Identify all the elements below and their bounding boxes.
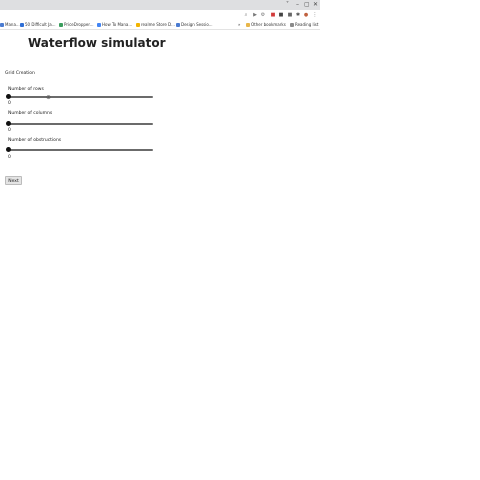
slider-thumb[interactable]: [5, 147, 11, 152]
section-label: Grid Creation: [5, 71, 35, 76]
bookmark-favicon-icon: [20, 23, 24, 27]
bookmarks-bar: Mana... 50 Difficult Ja... PriceDropper.…: [0, 21, 320, 30]
bookmark-item[interactable]: Design Sessio...: [176, 21, 213, 29]
columns-value: 0: [8, 128, 11, 133]
bookmark-item[interactable]: Mana...: [0, 21, 20, 29]
bookmark-item[interactable]: realme Store D...: [136, 21, 175, 29]
minimize-button[interactable]: –: [296, 1, 299, 9]
bookmark-item[interactable]: 50 Difficult Ja...: [20, 21, 56, 29]
play-icon[interactable]: ▶: [252, 12, 258, 18]
columns-label: Number of columns: [8, 111, 53, 116]
rows-label: Number of rows: [8, 87, 44, 92]
slider-track: [8, 123, 153, 125]
columns-slider[interactable]: [5, 121, 153, 127]
page-title: Waterflow simulator: [28, 36, 166, 50]
maximize-button[interactable]: ▢: [304, 1, 310, 9]
other-bookmarks-folder[interactable]: Other bookmarks: [246, 21, 286, 29]
puzzle-icon[interactable]: ✱: [295, 12, 301, 18]
rows-value: 0: [8, 101, 11, 106]
slider-thumb[interactable]: [5, 121, 11, 126]
folder-icon: [246, 23, 250, 27]
browser-title-bar: ˅ – ▢ ✕: [0, 0, 320, 10]
slider-track: [8, 96, 153, 98]
obstructions-value: 0: [8, 155, 11, 160]
bookmark-item[interactable]: PriceDropper...: [59, 21, 93, 29]
bookmark-favicon-icon: [0, 23, 4, 27]
profile-avatar-icon[interactable]: ●: [303, 12, 309, 18]
next-button[interactable]: Next: [5, 176, 22, 185]
extension-dark-icon[interactable]: ■: [278, 12, 284, 18]
tab-search-button[interactable]: ˅: [286, 1, 289, 9]
bookmark-favicon-icon: [136, 23, 140, 27]
search-icon[interactable]: ⌕: [243, 12, 249, 18]
reading-list-icon: [290, 23, 294, 27]
settings-icon[interactable]: ⚙: [260, 12, 266, 18]
menu-icon[interactable]: ⋮: [312, 12, 318, 18]
bookmark-favicon-icon: [97, 23, 101, 27]
bookmark-item[interactable]: How To Mana...: [97, 21, 132, 29]
slider-thumb[interactable]: [5, 94, 11, 99]
reading-list-button[interactable]: Reading list: [290, 21, 318, 29]
extension-gray-icon[interactable]: ■: [287, 12, 293, 18]
bookmarks-overflow-button[interactable]: »: [238, 21, 240, 29]
bookmark-favicon-icon: [176, 23, 180, 27]
obstructions-slider[interactable]: [5, 147, 153, 153]
bookmark-favicon-icon: [59, 23, 63, 27]
browser-window: ˅ – ▢ ✕ ⌕ ▶ ⚙ ■ ■ ■ ✱ ● ⋮ Mana... 50 Dif…: [0, 0, 320, 480]
close-window-button[interactable]: ✕: [313, 1, 318, 9]
extension-red-icon[interactable]: ■: [270, 12, 276, 18]
obstructions-label: Number of obstructions: [8, 138, 62, 143]
mouse-cursor-icon: ⊕: [46, 94, 52, 101]
slider-track: [8, 149, 153, 151]
rows-slider[interactable]: [5, 94, 153, 100]
